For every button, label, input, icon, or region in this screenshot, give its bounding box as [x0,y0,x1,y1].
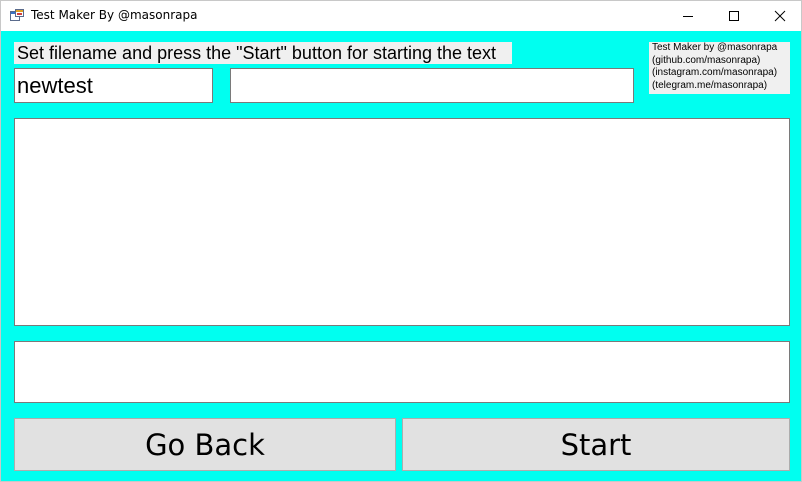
maximize-button[interactable] [711,1,757,30]
credits-line: (telegram.me/masonrapa) [652,79,768,91]
form-client-area: Set filename and press the "Start" butto… [1,31,801,481]
window-title: Test Maker By @masonrapa [31,8,198,22]
title-bar[interactable]: Test Maker By @masonrapa [1,1,801,31]
close-button[interactable] [757,1,802,30]
maximize-icon [729,10,739,21]
credits-label: Test Maker by @masonrapa (github.com/mas… [649,42,790,94]
credits-line: Test Maker by @masonrapa [652,42,778,53]
close-icon [774,10,786,21]
minimize-button[interactable] [665,1,711,30]
credits-line: (instagram.com/masonrapa) [652,67,778,78]
app-window-icon [10,9,24,21]
main-text-area[interactable] [14,118,790,326]
credits-line: (github.com/masonrapa) [652,54,761,66]
instruction-label: Set filename and press the "Start" butto… [14,42,512,64]
secondary-text-input[interactable] [230,68,634,103]
bottom-text-input[interactable] [14,341,790,403]
filename-input[interactable] [14,68,213,103]
start-button[interactable]: Start [402,418,790,471]
app-window: Test Maker By @masonrapa Set filename an… [0,0,802,482]
minimize-icon [683,15,693,17]
go-back-button[interactable]: Go Back [14,418,396,471]
